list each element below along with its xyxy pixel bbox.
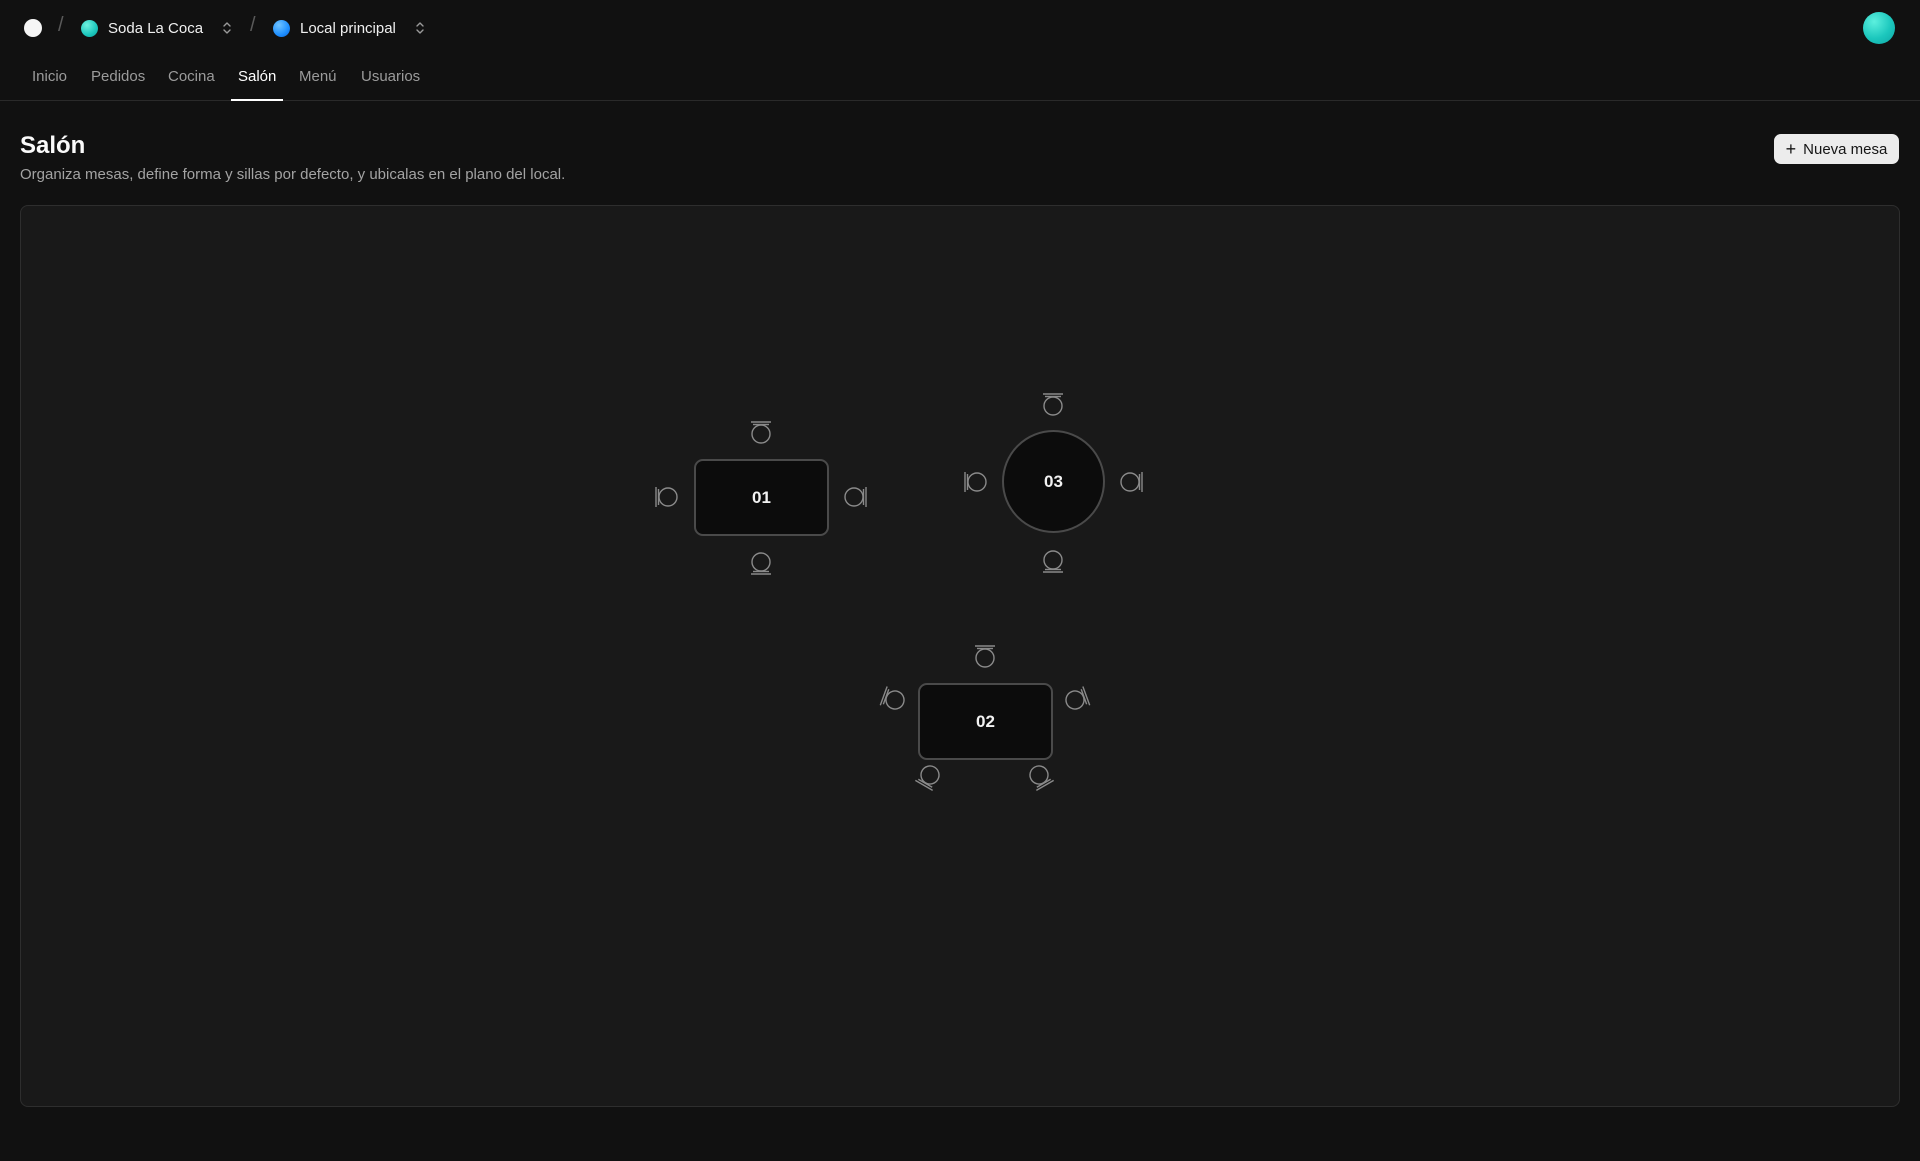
location-switcher[interactable]: Local principal (273, 17, 426, 39)
tab-usuarios[interactable]: Usuarios (361, 56, 420, 100)
chair-icon[interactable] (654, 483, 682, 511)
chair-icon[interactable] (971, 644, 999, 672)
table-02[interactable]: 02 (918, 683, 1053, 760)
business-switcher[interactable]: Soda La Coca (81, 17, 233, 39)
chair-icon[interactable] (963, 468, 991, 496)
tab-pedidos[interactable]: Pedidos (91, 56, 145, 100)
chair-icon[interactable] (1039, 392, 1067, 420)
plus-icon: + (1785, 139, 1797, 159)
top-bar: / Soda La Coca / Local principal (0, 0, 1920, 56)
app-logo-icon[interactable] (24, 19, 42, 37)
user-avatar[interactable] (1863, 12, 1895, 44)
chevron-up-down-icon (223, 22, 231, 34)
chair-icon[interactable] (1116, 468, 1144, 496)
page-subtitle: Organiza mesas, define forma y sillas po… (20, 166, 566, 183)
new-table-button[interactable]: + Nueva mesa (1774, 134, 1899, 164)
location-avatar-icon (273, 19, 290, 37)
business-name: Soda La Coca (108, 19, 204, 37)
chair-icon[interactable] (840, 483, 868, 511)
tab-cocina[interactable]: Cocina (168, 56, 215, 100)
table-label: 03 (1044, 471, 1063, 491)
tab-menu[interactable]: Menú (299, 56, 337, 100)
new-table-label: Nueva mesa (1803, 140, 1888, 158)
main-tabs: Inicio Pedidos Cocina Salón Menú Usuario… (0, 56, 1920, 101)
chair-icon[interactable] (1025, 761, 1055, 791)
chair-icon[interactable] (1061, 686, 1091, 714)
page-title: Salón (20, 132, 86, 159)
table-01[interactable]: 01 (694, 459, 829, 536)
business-avatar-icon (81, 19, 98, 37)
location-name: Local principal (300, 19, 396, 37)
table-label: 02 (976, 711, 995, 731)
chair-icon[interactable] (1039, 546, 1067, 574)
breadcrumb-separator: / (58, 14, 64, 36)
floor-plan-canvas[interactable]: 01 03 02 (20, 205, 1900, 1107)
chair-icon[interactable] (879, 686, 909, 714)
chevron-up-down-icon (416, 22, 424, 34)
table-label: 01 (752, 487, 771, 507)
breadcrumb-separator: / (250, 14, 256, 36)
chair-icon[interactable] (914, 761, 944, 791)
chair-icon[interactable] (747, 548, 775, 576)
chair-icon[interactable] (747, 420, 775, 448)
table-03[interactable]: 03 (1002, 430, 1105, 533)
tab-salon[interactable]: Salón (230, 56, 284, 101)
tab-inicio[interactable]: Inicio (32, 56, 67, 100)
